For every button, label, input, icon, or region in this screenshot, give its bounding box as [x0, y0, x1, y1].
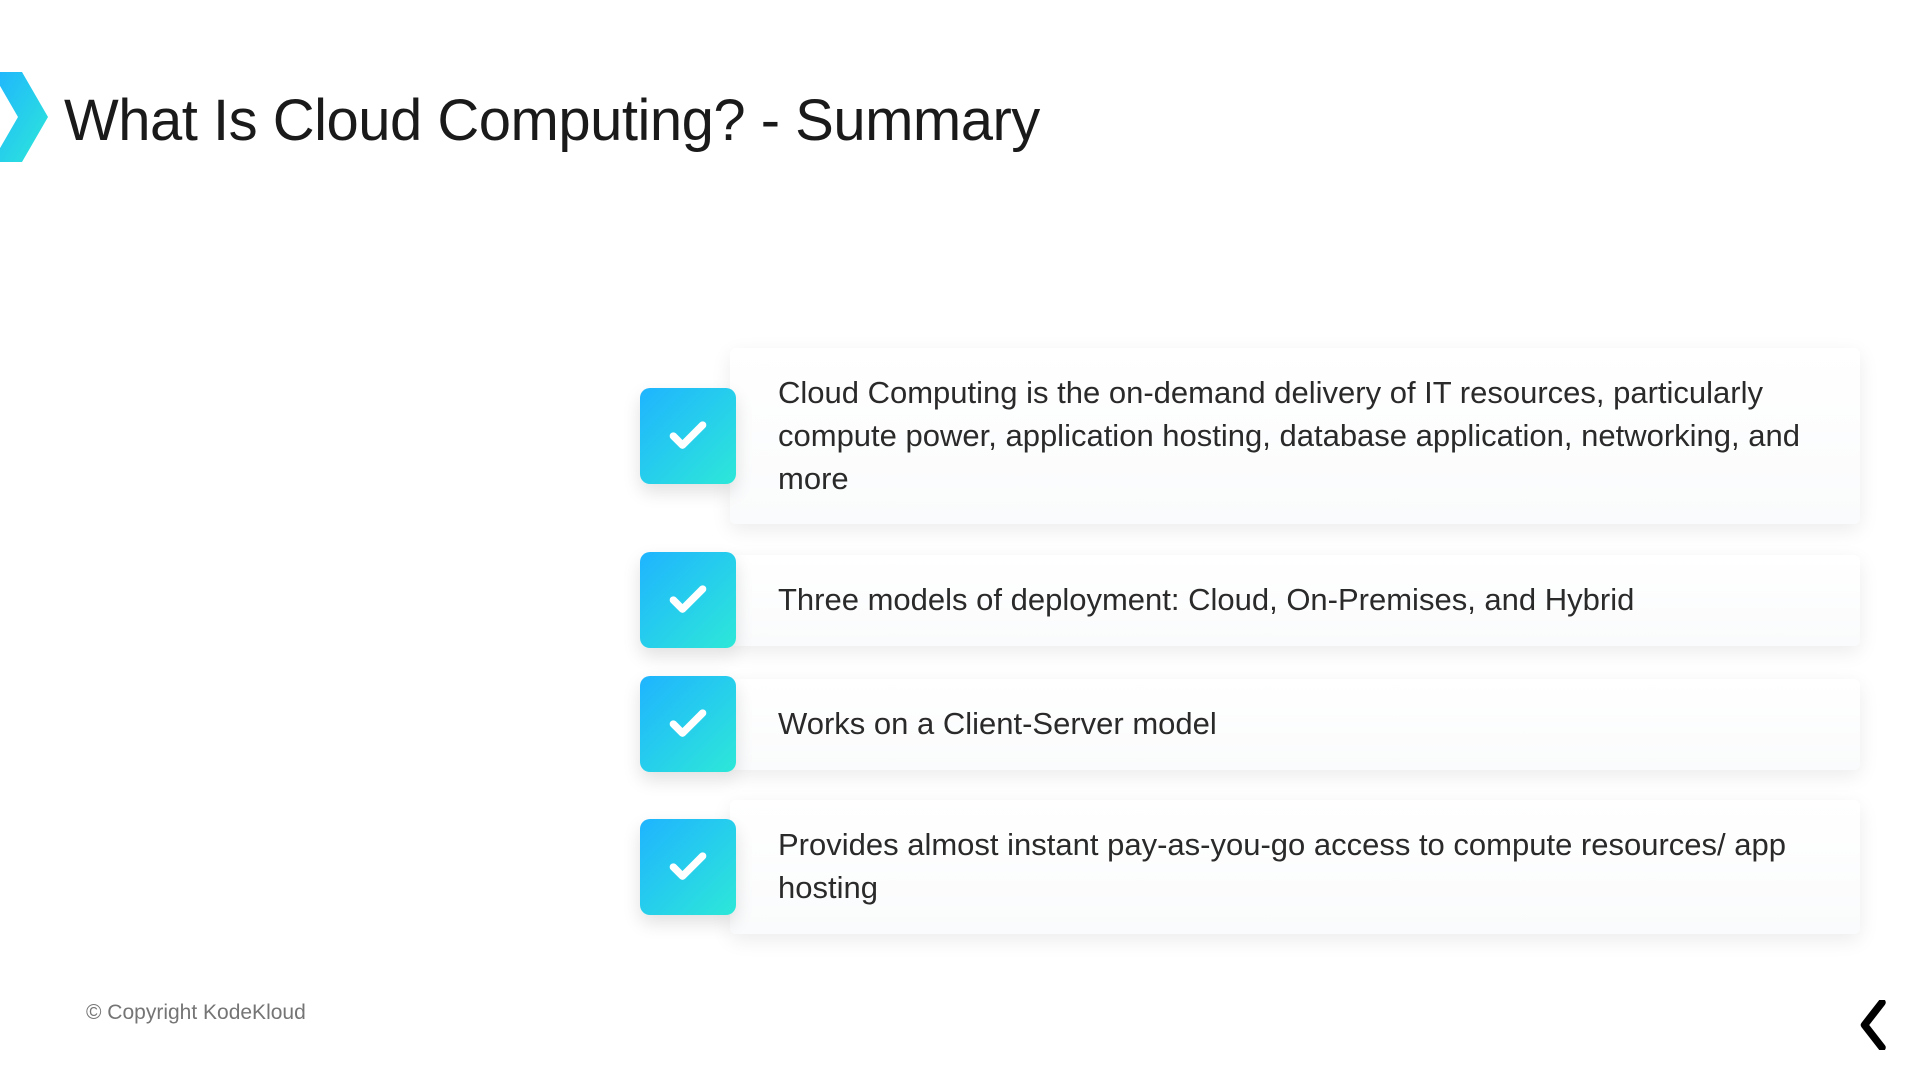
checkmark-icon: [666, 702, 710, 746]
check-box: [640, 552, 736, 648]
bullet-text: Provides almost instant pay-as-you-go ac…: [730, 800, 1860, 934]
bullet-item: Provides almost instant pay-as-you-go ac…: [640, 800, 1860, 934]
bullet-text: Three models of deployment: Cloud, On-Pr…: [730, 555, 1860, 646]
check-box: [640, 388, 736, 484]
bullet-list: Cloud Computing is the on-demand deliver…: [640, 348, 1860, 934]
bullet-text: Works on a Client-Server model: [730, 679, 1860, 770]
checkmark-icon: [666, 414, 710, 458]
bullet-item: Works on a Client-Server model: [640, 676, 1860, 772]
bullet-item: Cloud Computing is the on-demand deliver…: [640, 348, 1860, 524]
check-box: [640, 676, 736, 772]
slide-title: What Is Cloud Computing? - Summary: [64, 87, 1040, 154]
checkmark-icon: [666, 578, 710, 622]
slide-header: What Is Cloud Computing? - Summary: [0, 0, 1920, 162]
checkmark-icon: [666, 845, 710, 889]
chevron-left-icon: [1854, 1000, 1890, 1050]
bullet-item: Three models of deployment: Cloud, On-Pr…: [640, 552, 1860, 648]
check-box: [640, 819, 736, 915]
bullet-text: Cloud Computing is the on-demand deliver…: [730, 348, 1860, 524]
copyright-text: © Copyright KodeKloud: [86, 1001, 306, 1025]
chevron-right-icon: [0, 72, 48, 162]
